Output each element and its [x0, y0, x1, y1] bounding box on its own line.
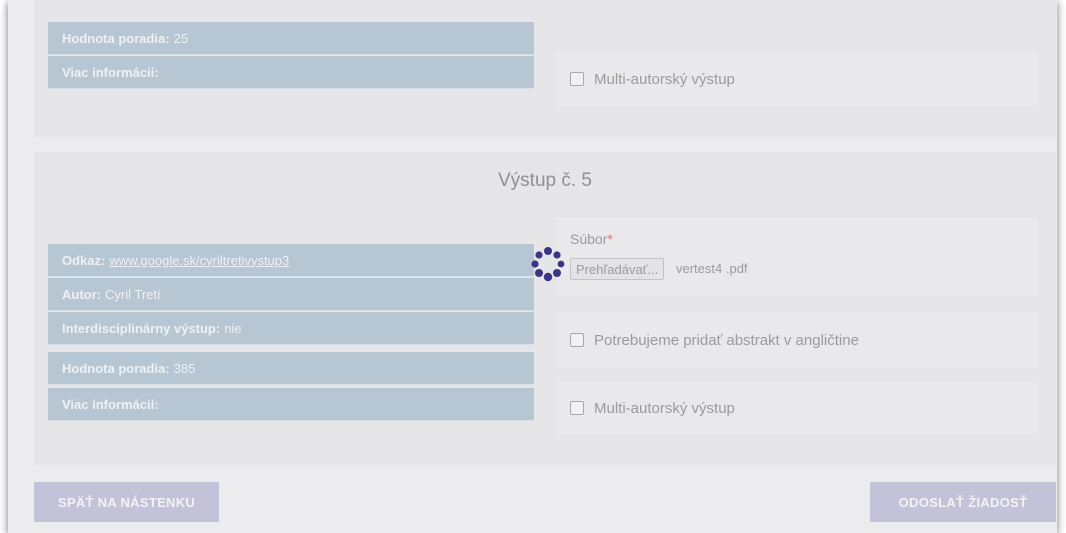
multi-author-checkbox-row[interactable]: Multi-autorský výstup [556, 51, 1039, 107]
info-row-link: Odkaz: www.google.sk/cyriltretivystup3 [48, 244, 534, 277]
info-value: nie [224, 320, 242, 336]
info-label: Autor: [62, 286, 101, 302]
file-name: vertest4 .pdf [676, 261, 748, 276]
abstract-field: Potrebujeme pridať abstrakt v angličtine [555, 310, 1040, 370]
multi-author-checkbox-row[interactable]: Multi-autorský výstup [556, 381, 1039, 435]
file-label: Súbor* [570, 231, 613, 247]
info-label: Odkaz: [62, 252, 106, 268]
checkbox-icon[interactable] [570, 72, 584, 86]
info-row-author: Autor: Cyril Tretí [48, 278, 534, 311]
info-value: Cyril Tretí [105, 286, 161, 302]
abstract-checkbox-row[interactable]: Potrebujeme pridať abstrakt v angličtine [556, 311, 1039, 369]
browse-button[interactable]: Prehľadávať... [570, 258, 665, 280]
checkbox-label: Multi-autorský výstup [594, 399, 735, 417]
checkbox-icon[interactable] [570, 333, 584, 347]
multi-author-field: Multi-autorský výstup [555, 380, 1040, 436]
info-label: Hodnota poradia: [62, 30, 170, 46]
checkbox-icon[interactable] [570, 401, 584, 415]
checkbox-label: Multi-autorský výstup [594, 70, 735, 88]
info-row-interdisciplinary: Interdisciplinárny výstup: nie [48, 312, 534, 345]
loading-spinner-icon [531, 247, 565, 282]
info-value: 385 [173, 360, 196, 376]
info-row-rank: Hodnota poradia: 385 [48, 352, 534, 385]
info-label: Viac informácií: [62, 396, 159, 412]
checkbox-label: Potrebujeme pridať abstrakt v angličtine [594, 331, 859, 349]
info-label: Hodnota poradia: [62, 360, 170, 376]
file-upload-field: Súbor* Prehľadávať... vertest4 .pdf [555, 216, 1040, 298]
back-to-dashboard-button[interactable]: SPÄŤ NA NÁSTENKU [34, 482, 219, 522]
info-row-rank: Hodnota poradia: 25 [48, 22, 534, 55]
submit-request-button[interactable]: ODOSLAŤ ŽIADOSŤ [870, 482, 1056, 522]
info-row-more-info[interactable]: Viac informácií: [48, 388, 534, 421]
info-label: Interdisciplinárny výstup: [62, 320, 221, 336]
output-title: Výstup č. 5 [498, 170, 592, 191]
info-label: Viac informácií: [62, 64, 159, 80]
output-link[interactable]: www.google.sk/cyriltretivystup3 [109, 253, 289, 268]
required-mark: * [607, 231, 613, 247]
previous-multi-author-field: Multi-autorský výstup [555, 50, 1040, 108]
info-value: 25 [173, 30, 189, 46]
info-row-more-info[interactable]: Viac informácií: [48, 56, 534, 89]
